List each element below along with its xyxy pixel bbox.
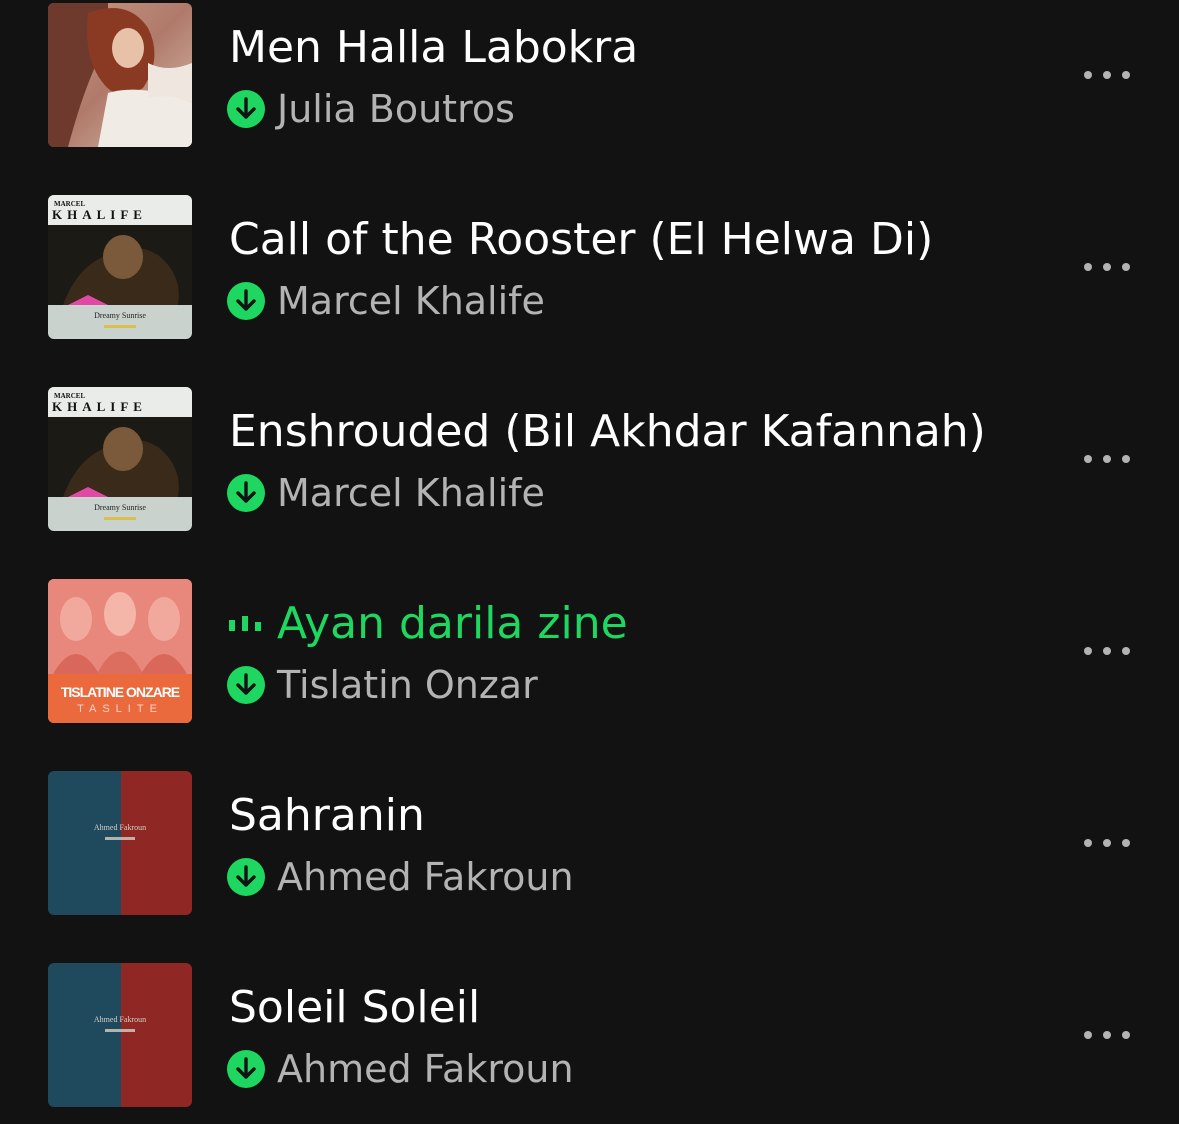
more-options-icon[interactable] <box>1078 636 1136 666</box>
track-row[interactable]: MARCEL KHALIFE Dreamy Sunrise Call of th… <box>0 192 1179 384</box>
track-title-playing: Ayan darila zine <box>229 596 628 652</box>
cover-name-text: Ahmed Fakroun <box>94 1015 146 1024</box>
marcel-khalife-cover-image: MARCEL KHALIFE Dreamy Sunrise <box>48 387 192 531</box>
downloaded-icon <box>227 282 265 320</box>
cover-album-text: TASLITE <box>77 703 163 715</box>
downloaded-icon <box>227 666 265 704</box>
cover-album-text: Dreamy Sunrise <box>94 503 146 512</box>
track-list: Men Halla Labokra Julia Boutros MARCEL K… <box>0 0 1179 1124</box>
track-row[interactable]: Ahmed Fakroun Soleil Soleil Ahmed Fakrou… <box>0 960 1179 1124</box>
cover-album-text: Dreamy Sunrise <box>94 311 146 320</box>
downloaded-icon <box>227 858 265 896</box>
more-options-icon[interactable] <box>1078 828 1136 858</box>
track-title: Ayan darila zine <box>277 598 628 649</box>
track-row-playing[interactable]: TISLATINE ONZARE TASLITE Ayan darila zin… <box>0 576 1179 768</box>
cover-name-text: KHALIFE <box>52 399 147 414</box>
more-options-icon[interactable] <box>1078 444 1136 474</box>
track-artist: Marcel Khalife <box>277 279 545 323</box>
track-title: Soleil Soleil <box>229 982 481 1033</box>
ahmed-fakroun-cover-image: Ahmed Fakroun <box>48 771 192 915</box>
track-row[interactable]: Ahmed Fakroun Sahranin Ahmed Fakroun <box>0 768 1179 960</box>
julia-boutros-cover-image <box>48 3 192 147</box>
album-cover: MARCEL KHALIFE Dreamy Sunrise <box>48 195 192 339</box>
album-cover <box>48 3 192 147</box>
more-options-icon[interactable] <box>1078 1020 1136 1050</box>
cover-name-text: Ahmed Fakroun <box>94 823 146 832</box>
track-artist: Ahmed Fakroun <box>277 1047 574 1091</box>
album-cover: Ahmed Fakroun <box>48 771 192 915</box>
tislatine-onzare-cover-image: TISLATINE ONZARE TASLITE <box>48 579 192 723</box>
album-cover: TISLATINE ONZARE TASLITE <box>48 579 192 723</box>
downloaded-icon <box>227 1050 265 1088</box>
track-artist: Tislatin Onzar <box>277 663 538 707</box>
cover-name-text: KHALIFE <box>52 207 147 222</box>
track-title: Enshrouded (Bil Akhdar Kafannah) <box>229 406 986 457</box>
track-row[interactable]: Men Halla Labokra Julia Boutros <box>0 0 1179 192</box>
downloaded-icon <box>227 474 265 512</box>
track-artist: Ahmed Fakroun <box>277 855 574 899</box>
more-options-icon[interactable] <box>1078 252 1136 282</box>
track-row[interactable]: MARCEL KHALIFE Dreamy Sunrise Enshrouded… <box>0 384 1179 576</box>
more-options-icon[interactable] <box>1078 60 1136 90</box>
album-cover: Ahmed Fakroun <box>48 963 192 1107</box>
track-artist: Julia Boutros <box>277 87 515 131</box>
track-title: Call of the Rooster (El Helwa Di) <box>229 214 934 265</box>
cover-name-text: TISLATINE ONZARE <box>61 684 180 700</box>
track-title: Men Halla Labokra <box>229 22 639 73</box>
track-artist: Marcel Khalife <box>277 471 545 515</box>
ahmed-fakroun-cover-image: Ahmed Fakroun <box>48 963 192 1107</box>
now-playing-equalizer-icon <box>229 613 263 631</box>
album-cover: MARCEL KHALIFE Dreamy Sunrise <box>48 387 192 531</box>
marcel-khalife-cover-image: MARCEL KHALIFE Dreamy Sunrise <box>48 195 192 339</box>
track-title: Sahranin <box>229 790 425 841</box>
downloaded-icon <box>227 90 265 128</box>
